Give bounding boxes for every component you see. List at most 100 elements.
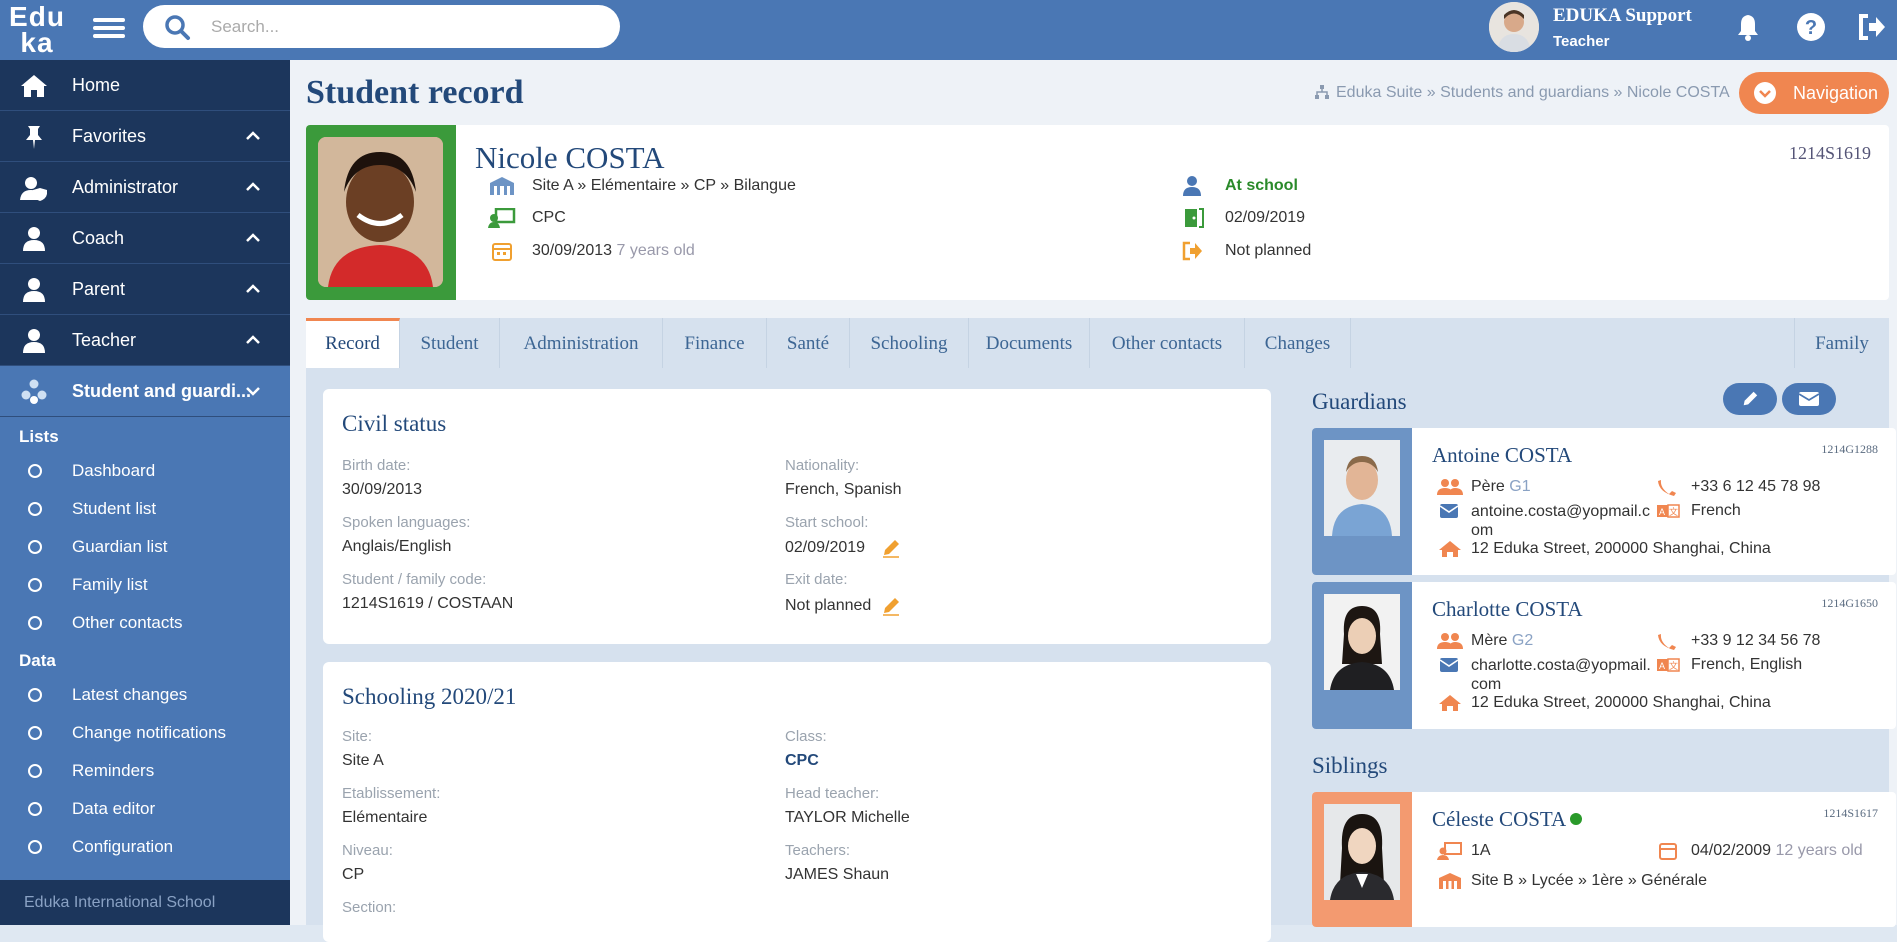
teachers-value: JAMES Shaun — [785, 866, 890, 883]
pencil-icon[interactable] — [881, 596, 901, 616]
site-label: Site: — [342, 728, 373, 745]
class-value[interactable]: CPC — [785, 752, 819, 770]
teacher-board-icon — [1437, 842, 1462, 860]
sidebar-item-family-list[interactable]: Family list — [0, 565, 290, 603]
edit-button[interactable] — [1723, 383, 1777, 415]
guardian-rank: G1 — [1509, 478, 1531, 495]
address-value: 12 Eduka Street, 200000 Shanghai, China — [1471, 694, 1771, 711]
language-icon: A文 — [1657, 658, 1680, 672]
teachers-label: Teachers: — [785, 842, 851, 859]
sidebar-item-label: Dashboard — [72, 461, 156, 480]
sidebar-item-label: Favorites — [72, 126, 147, 146]
circle-icon — [28, 616, 42, 630]
help-icon[interactable]: ? — [1796, 12, 1826, 42]
sidebar-item-latest-changes[interactable]: Latest changes — [0, 675, 290, 713]
navigation-button[interactable]: Navigation — [1739, 72, 1889, 114]
sidebar-item-guardian-list[interactable]: Guardian list — [0, 527, 290, 565]
status-dot-icon — [1570, 813, 1583, 825]
circle-icon — [28, 802, 42, 816]
start-value: 02/09/2019 — [785, 539, 866, 556]
sidebar-item-data-editor[interactable]: Data editor — [0, 789, 290, 827]
student-name: Nicole COSTA — [475, 140, 665, 175]
tab-student[interactable]: Student — [400, 318, 500, 368]
sidebar-item-label: Guardian list — [72, 537, 168, 556]
head-teacher-value: TAYLOR Michelle — [785, 809, 910, 826]
tab-administration[interactable]: Administration — [500, 318, 663, 368]
nationality-label: Nationality: — [785, 457, 860, 474]
guardian-name[interactable]: Charlotte COSTA — [1432, 597, 1583, 622]
teacher-board-icon — [488, 208, 516, 228]
envelope-icon — [1439, 504, 1459, 518]
sidebar-item-students-guardians[interactable]: Student and guardi... — [0, 366, 290, 417]
tab-finance[interactable]: Finance — [663, 318, 767, 368]
user-icon — [1183, 176, 1201, 196]
sidebar-item-label: Family list — [72, 575, 148, 594]
tab-other-contacts[interactable]: Other contacts — [1090, 318, 1245, 368]
guardian-photo — [1324, 440, 1400, 536]
search-input[interactable]: Search... — [143, 5, 620, 48]
page-title: Student record — [306, 74, 524, 111]
sidebar-item-home[interactable]: Home — [0, 60, 290, 111]
guardian-card[interactable]: Antoine COSTA 1214G1288 Père G1 antoine.… — [1312, 428, 1896, 575]
sidebar-item-label: Parent — [72, 279, 126, 299]
sibling-name-text: Céleste COSTA — [1432, 807, 1566, 831]
breadcrumb-text[interactable]: Eduka Suite » Students and guardians » N… — [1336, 84, 1730, 101]
user-name[interactable]: EDUKA Support — [1553, 5, 1692, 27]
sibling-name[interactable]: Céleste COSTA — [1432, 807, 1583, 832]
sidebar-item-dashboard[interactable]: Dashboard — [0, 451, 290, 489]
bell-icon[interactable] — [1733, 12, 1763, 42]
sidebar-item-label: Data editor — [72, 799, 156, 818]
email-button[interactable] — [1782, 383, 1836, 415]
avatar[interactable] — [1489, 2, 1539, 52]
logout-icon[interactable] — [1857, 12, 1887, 42]
tab-family[interactable]: Family — [1794, 318, 1889, 368]
tab-schooling[interactable]: Schooling — [850, 318, 969, 368]
languages-label: Spoken languages: — [342, 514, 471, 531]
niveau-label: Niveau: — [342, 842, 393, 859]
chevron-up-icon — [246, 284, 260, 293]
languages-value: Anglais/English — [342, 538, 452, 555]
sibling-card[interactable]: Céleste COSTA 1214S1617 1A Site B » Lycé… — [1312, 792, 1896, 927]
civil-status-card: Civil status Birth date: 30/09/2013 Spok… — [323, 389, 1271, 644]
sidebar-item-teacher[interactable]: Teacher — [0, 315, 290, 366]
circle-icon — [28, 578, 42, 592]
email-line-1: charlotte.costa@yopmail. — [1471, 657, 1651, 674]
chevron-down-icon — [1754, 82, 1776, 104]
sidebar-group-lists: Lists — [19, 427, 59, 446]
guardian-rank: G2 — [1511, 632, 1534, 649]
sidebar-item-other-contacts[interactable]: Other contacts — [0, 603, 290, 641]
tab-changes[interactable]: Changes — [1245, 318, 1351, 368]
guardian-card[interactable]: Charlotte COSTA 1214G1650 Mère G2 charlo… — [1312, 582, 1896, 729]
users-icon — [1437, 633, 1463, 649]
pencil-icon[interactable] — [881, 538, 901, 558]
sidebar-item-configuration[interactable]: Configuration — [0, 827, 290, 865]
guardian-name[interactable]: Antoine COSTA — [1432, 443, 1572, 468]
school-name: Eduka International School — [0, 880, 290, 925]
guardian-id: 1214G1288 — [1821, 442, 1878, 456]
niveau-value: CP — [342, 866, 365, 883]
school-icon — [490, 177, 514, 195]
menu-icon[interactable] — [93, 14, 125, 42]
sidebar-item-label: Student and guardi... — [72, 381, 251, 401]
sidebar-item-parent[interactable]: Parent — [0, 264, 290, 315]
birth-value: 30/09/2013 — [342, 481, 423, 498]
tab-sante[interactable]: Santé — [767, 318, 850, 368]
sidebar-item-reminders[interactable]: Reminders — [0, 751, 290, 789]
status-bar — [306, 125, 456, 300]
eduka-logo[interactable]: Edu ka — [0, 0, 74, 60]
sidebar-item-label: Coach — [72, 228, 125, 248]
users-icon — [21, 379, 47, 404]
breadcrumb[interactable]: Eduka Suite » Students and guardians » N… — [1314, 84, 1730, 102]
sidebar-item-coach[interactable]: Coach — [0, 213, 290, 264]
birth-date: 30/09/2013 — [532, 242, 613, 259]
sidebar-item-favorites[interactable]: Favorites — [0, 111, 290, 162]
sidebar-item-administrator[interactable]: Administrator — [0, 162, 290, 213]
sitemap-icon — [1315, 85, 1329, 99]
sidebar-item-student-list[interactable]: Student list — [0, 489, 290, 527]
tab-record[interactable]: Record — [306, 318, 400, 368]
sibling-class-value: 1A — [1471, 842, 1491, 859]
phone-icon — [1658, 634, 1676, 650]
tab-documents[interactable]: Documents — [969, 318, 1090, 368]
sidebar-item-label: Home — [72, 75, 121, 95]
sidebar-item-change-notifications[interactable]: Change notifications — [0, 713, 290, 751]
